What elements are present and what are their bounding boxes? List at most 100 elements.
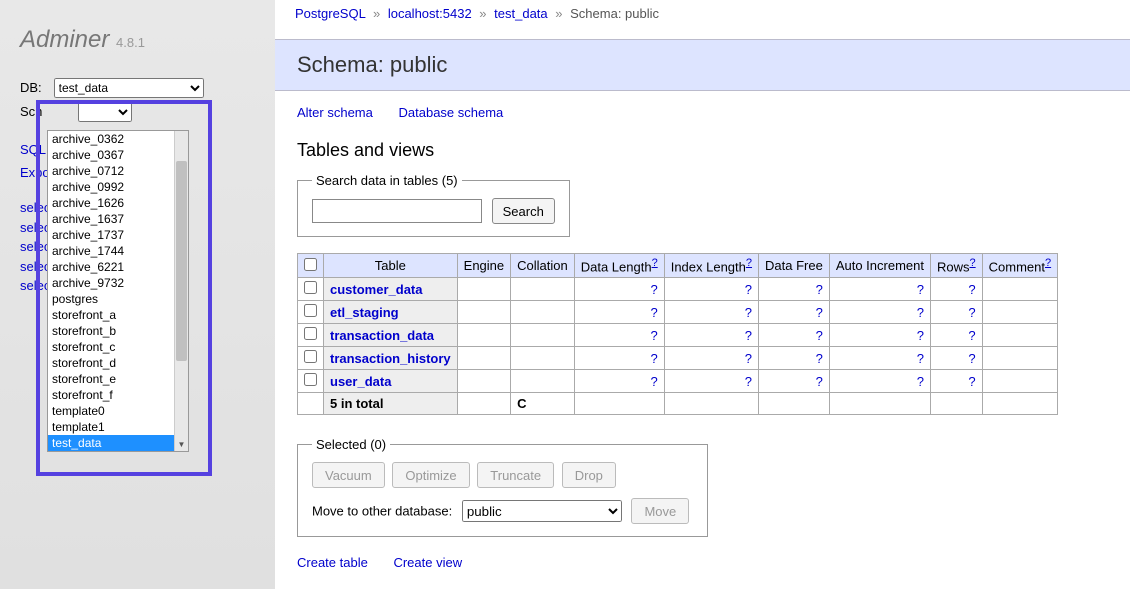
db-dropdown-popup[interactable]: archive_0362archive_0367archive_0712arch… bbox=[47, 130, 189, 452]
table-name-link[interactable]: transaction_history bbox=[330, 351, 451, 366]
schema-select[interactable] bbox=[78, 102, 132, 122]
dropdown-option[interactable]: archive_0367 bbox=[48, 147, 174, 163]
dropdown-option[interactable]: archive_9732 bbox=[48, 275, 174, 291]
scrollbar[interactable]: ▼ bbox=[174, 131, 188, 451]
dropdown-option[interactable]: storefront_b bbox=[48, 323, 174, 339]
database-schema-link[interactable]: Database schema bbox=[399, 105, 504, 120]
db-select[interactable]: test_data bbox=[54, 78, 204, 98]
dropdown-option[interactable]: archive_1737 bbox=[48, 227, 174, 243]
row-checkbox[interactable] bbox=[304, 350, 317, 363]
move-button[interactable]: Move bbox=[631, 498, 689, 524]
data-free-link[interactable]: ? bbox=[816, 374, 823, 389]
data-free-link[interactable]: ? bbox=[816, 328, 823, 343]
scrollbar-thumb[interactable] bbox=[176, 161, 187, 361]
dropdown-option[interactable]: archive_1637 bbox=[48, 211, 174, 227]
dropdown-option[interactable]: archive_1626 bbox=[48, 195, 174, 211]
data-length-link[interactable]: ? bbox=[650, 328, 657, 343]
rows-link[interactable]: ? bbox=[968, 282, 975, 297]
auto-inc-link[interactable]: ? bbox=[917, 374, 924, 389]
index-length-link[interactable]: ? bbox=[745, 305, 752, 320]
data-length-link[interactable]: ? bbox=[650, 282, 657, 297]
auto-inc-link[interactable]: ? bbox=[917, 305, 924, 320]
row-checkbox[interactable] bbox=[304, 327, 317, 340]
move-target-select[interactable]: public bbox=[462, 500, 622, 522]
data-length-link[interactable]: ? bbox=[650, 351, 657, 366]
col-comment[interactable]: Comment? bbox=[982, 254, 1057, 278]
dropdown-option[interactable]: postgres bbox=[48, 291, 174, 307]
scroll-down-arrow[interactable]: ▼ bbox=[175, 440, 188, 449]
table-name-link[interactable]: etl_staging bbox=[330, 305, 399, 320]
create-table-link[interactable]: Create table bbox=[297, 555, 368, 570]
col-collation[interactable]: Collation bbox=[511, 254, 575, 278]
breadcrumb-host[interactable]: localhost:5432 bbox=[388, 6, 472, 21]
app-logo: Adminer 4.8.1 bbox=[20, 26, 255, 54]
dropdown-option[interactable]: archive_0712 bbox=[48, 163, 174, 179]
rows-link[interactable]: ? bbox=[968, 328, 975, 343]
dropdown-option[interactable]: storefront_e bbox=[48, 371, 174, 387]
col-auto-inc[interactable]: Auto Increment bbox=[829, 254, 930, 278]
rows-link[interactable]: ? bbox=[968, 351, 975, 366]
vacuum-button[interactable]: Vacuum bbox=[312, 462, 385, 488]
dropdown-option[interactable]: archive_0362 bbox=[48, 131, 174, 147]
row-checkbox[interactable] bbox=[304, 304, 317, 317]
search-button[interactable]: Search bbox=[492, 198, 555, 224]
dropdown-option[interactable]: test_data bbox=[48, 435, 174, 451]
data-free-link[interactable]: ? bbox=[816, 351, 823, 366]
row-checkbox[interactable] bbox=[304, 281, 317, 294]
row-checkbox[interactable] bbox=[304, 373, 317, 386]
dropdown-option[interactable]: template1 bbox=[48, 419, 174, 435]
table-total-row: 5 in totalC bbox=[298, 393, 1058, 415]
rows-link[interactable]: ? bbox=[968, 374, 975, 389]
search-input[interactable] bbox=[312, 199, 482, 223]
index-length-link[interactable]: ? bbox=[745, 328, 752, 343]
data-free-link[interactable]: ? bbox=[816, 282, 823, 297]
col-rows[interactable]: Rows? bbox=[930, 254, 982, 278]
sidebar: Adminer 4.8.1 DB: test_data Sch SQL Expo… bbox=[0, 0, 275, 589]
col-data-free[interactable]: Data Free bbox=[759, 254, 830, 278]
breadcrumb-driver[interactable]: PostgreSQL bbox=[295, 6, 365, 21]
create-view-link[interactable]: Create view bbox=[393, 555, 462, 570]
dropdown-option[interactable]: archive_1744 bbox=[48, 243, 174, 259]
app-name: Adminer bbox=[20, 26, 109, 53]
data-length-link[interactable]: ? bbox=[650, 374, 657, 389]
auto-inc-link[interactable]: ? bbox=[917, 351, 924, 366]
table-row: etl_staging????? bbox=[298, 301, 1058, 324]
data-free-link[interactable]: ? bbox=[816, 305, 823, 320]
tables-heading: Tables and views bbox=[297, 140, 1108, 161]
col-engine[interactable]: Engine bbox=[457, 254, 510, 278]
index-length-link[interactable]: ? bbox=[745, 351, 752, 366]
breadcrumb-db[interactable]: test_data bbox=[494, 6, 548, 21]
data-length-link[interactable]: ? bbox=[650, 305, 657, 320]
dropdown-option[interactable]: archive_0992 bbox=[48, 179, 174, 195]
export-link[interactable]: Expo bbox=[20, 165, 50, 180]
dropdown-option[interactable]: archive_6221 bbox=[48, 259, 174, 275]
sql-link[interactable]: SQL bbox=[20, 142, 46, 157]
dropdown-option[interactable]: storefront_c bbox=[48, 339, 174, 355]
col-table[interactable]: Table bbox=[324, 254, 458, 278]
table-row: customer_data????? bbox=[298, 278, 1058, 301]
table-name-link[interactable]: user_data bbox=[330, 374, 391, 389]
dropdown-option[interactable]: storefront_d bbox=[48, 355, 174, 371]
dropdown-option[interactable]: storefront_a bbox=[48, 307, 174, 323]
table-name-link[interactable]: transaction_data bbox=[330, 328, 434, 343]
alter-schema-link[interactable]: Alter schema bbox=[297, 105, 373, 120]
index-length-link[interactable]: ? bbox=[745, 282, 752, 297]
drop-button[interactable]: Drop bbox=[562, 462, 616, 488]
table-row: user_data????? bbox=[298, 370, 1058, 393]
selected-fieldset: Selected (0) Vacuum Optimize Truncate Dr… bbox=[297, 437, 708, 537]
tables-grid: Table Engine Collation Data Length? Inde… bbox=[297, 253, 1058, 415]
table-row: transaction_history????? bbox=[298, 347, 1058, 370]
select-all-checkbox[interactable] bbox=[304, 258, 317, 271]
dropdown-option[interactable]: template0 bbox=[48, 403, 174, 419]
table-name-link[interactable]: customer_data bbox=[330, 282, 422, 297]
page-header: Schema: public bbox=[275, 39, 1130, 91]
truncate-button[interactable]: Truncate bbox=[477, 462, 554, 488]
auto-inc-link[interactable]: ? bbox=[917, 282, 924, 297]
optimize-button[interactable]: Optimize bbox=[392, 462, 469, 488]
col-index-length[interactable]: Index Length? bbox=[664, 254, 758, 278]
rows-link[interactable]: ? bbox=[968, 305, 975, 320]
col-data-length[interactable]: Data Length? bbox=[574, 254, 664, 278]
dropdown-option[interactable]: storefront_f bbox=[48, 387, 174, 403]
auto-inc-link[interactable]: ? bbox=[917, 328, 924, 343]
index-length-link[interactable]: ? bbox=[745, 374, 752, 389]
